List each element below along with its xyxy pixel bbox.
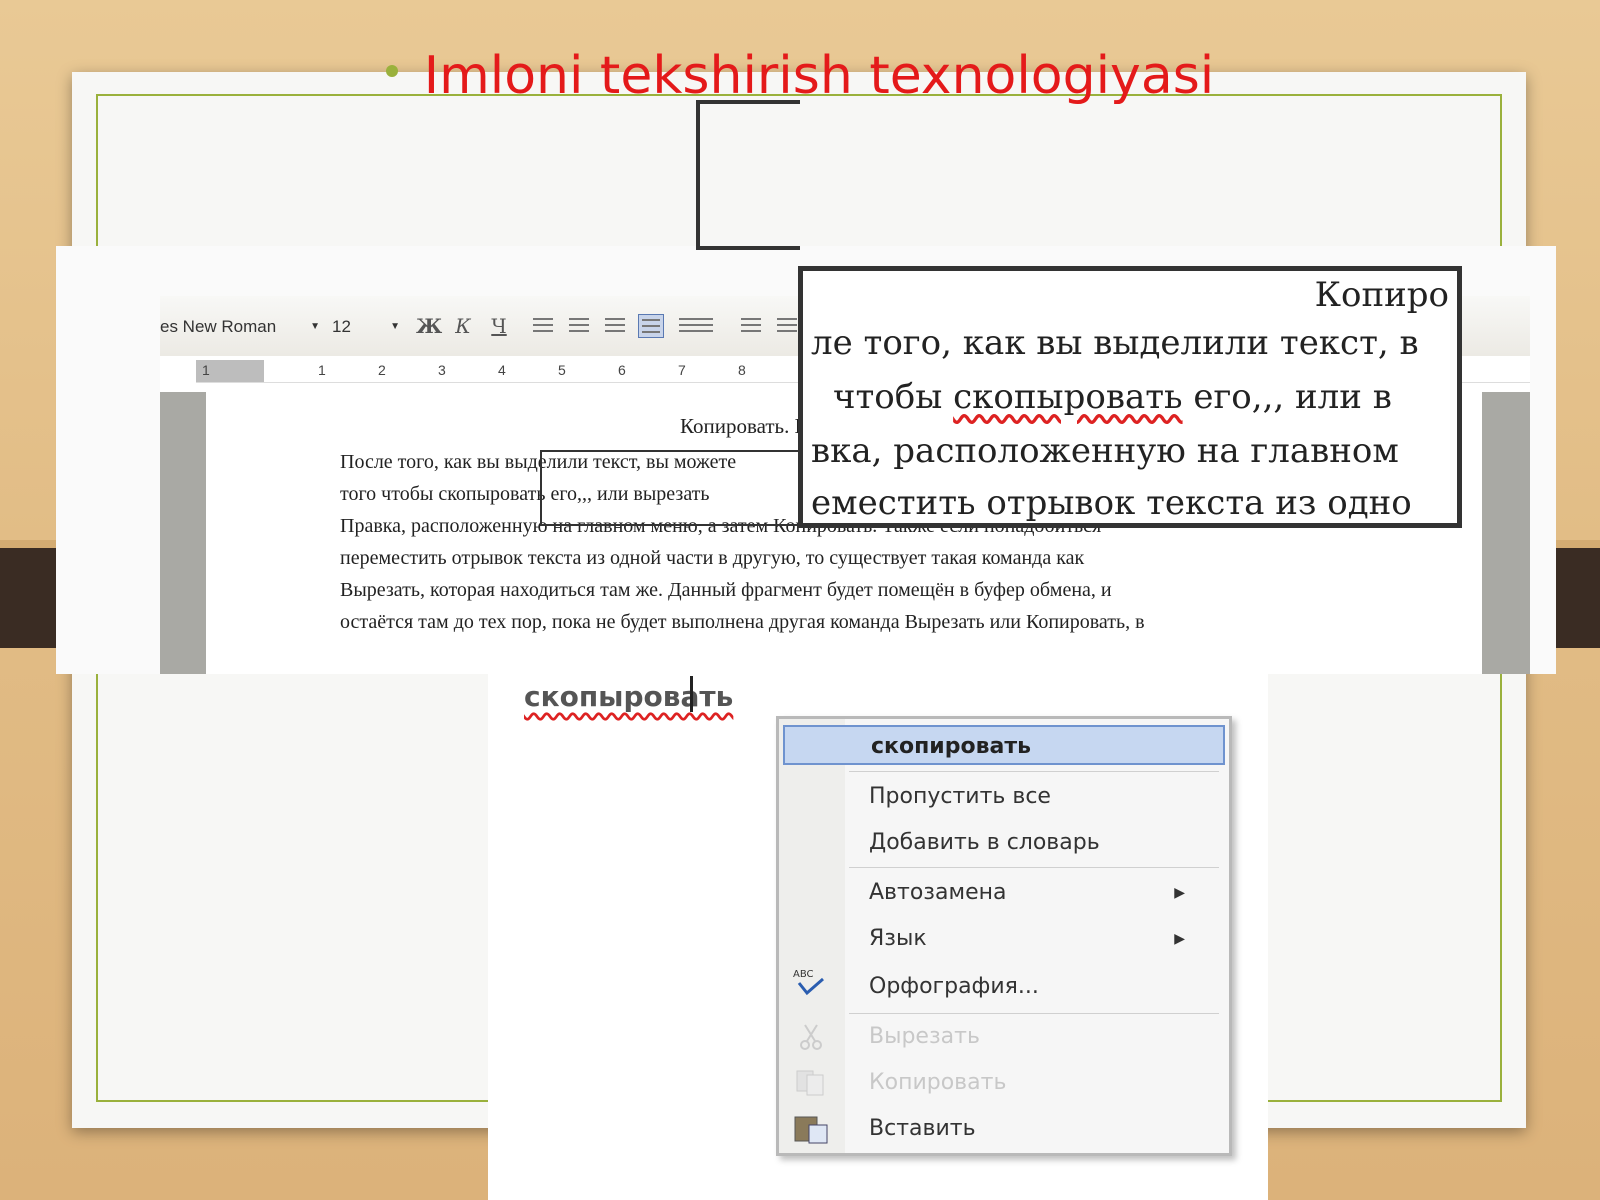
ruler-number: 1 — [318, 362, 326, 378]
chevron-right-icon: ▶ — [1174, 885, 1185, 901]
svg-text:ABC: ABC — [793, 969, 814, 980]
ruler-number: 7 — [678, 362, 686, 378]
chevron-right-icon: ▶ — [1174, 931, 1185, 947]
ruler-number: 1 — [202, 362, 210, 378]
zoom-heading: Копиро — [1314, 275, 1449, 315]
spelling-context-menu: скопировать Пропустить все Добавить в сл… — [776, 716, 1232, 1156]
menu-item-label: Вставить — [869, 1116, 976, 1141]
slide-title: Imloni tekshirish texnologiyasi — [0, 44, 1600, 108]
scissors-icon — [800, 1024, 822, 1050]
underline-button[interactable]: Ч — [486, 312, 512, 340]
ruler-number: 6 — [618, 362, 626, 378]
zoom-line: вка, расположенную на главном — [811, 431, 1399, 471]
menu-item-language[interactable]: Язык ▶ — [869, 919, 1209, 959]
align-center-icon[interactable] — [566, 314, 592, 338]
italic-button[interactable]: К — [450, 312, 476, 340]
menu-item-cut: Вырезать — [869, 1017, 980, 1057]
zoom-text: чтобы — [833, 377, 954, 417]
justify-icon[interactable] — [638, 314, 664, 338]
paste-icon — [794, 1116, 828, 1144]
menu-item-label: Орфография... — [869, 974, 1039, 999]
bullet-icon — [385, 65, 398, 77]
copy-icon — [796, 1070, 824, 1096]
zoom-text: его,,, или в — [1182, 377, 1392, 417]
ruler-number: 8 — [738, 362, 746, 378]
chevron-down-icon: ▼ — [390, 321, 400, 332]
document-line: остаётся там до тех пор, пока не будет в… — [340, 611, 1145, 633]
menu-item-label: Автозамена — [869, 880, 1007, 905]
ruler-number: 4 — [498, 362, 506, 378]
menu-item-label: Добавить в словарь — [869, 830, 1100, 855]
font-name-select[interactable]: es New Roman ▼ — [160, 314, 324, 340]
zoom-line: чтобы скопыровать его,,, или в — [833, 377, 1392, 417]
document-line: переместить отрывок текста из одной част… — [340, 547, 1085, 569]
menu-item-spelling[interactable]: Орфография... — [869, 967, 1039, 1007]
menu-item-label: Вырезать — [869, 1024, 980, 1049]
ruler-number: 2 — [378, 362, 386, 378]
page-gutter-right — [1482, 392, 1530, 674]
context-menu-screenshot: скопыровать скопировать Пропустить все Д… — [488, 662, 1268, 1200]
chevron-down-icon: ▼ — [310, 321, 320, 332]
menu-item-autocorrect[interactable]: Автозамена ▶ — [869, 873, 1209, 913]
zoom-line: ле того, как вы выделили текст, в — [811, 323, 1419, 363]
zoom-line: еместить отрывок текста из одно — [811, 483, 1412, 523]
numbered-list-icon[interactable] — [738, 314, 764, 338]
menu-item-copy: Копировать — [869, 1063, 1006, 1103]
menu-item-suggestion[interactable]: скопировать — [783, 725, 1225, 765]
bold-button[interactable]: Ж — [416, 312, 442, 340]
document-line: Вырезать, которая находиться там же. Дан… — [340, 579, 1112, 601]
spelling-check-icon: ABC — [793, 969, 824, 996]
menu-separator — [849, 771, 1219, 772]
misspelled-word[interactable]: скопыровать — [953, 377, 1182, 417]
font-size-value: 12 — [332, 317, 351, 336]
font-name-value: es New Roman — [160, 317, 277, 336]
line-spacing-icon[interactable] — [676, 314, 716, 338]
slide-title-text: Imloni tekshirish texnologiyasi — [423, 46, 1215, 106]
misspelled-word[interactable]: скопыровать — [524, 680, 733, 713]
page-gutter-left — [160, 392, 206, 674]
zoom-callout: Копиро ле того, как вы выделили текст, в… — [798, 266, 1462, 528]
menu-item-label: Копировать — [869, 1070, 1007, 1095]
menu-item-label: Язык — [869, 926, 927, 951]
menu-item-add-to-dictionary[interactable]: Добавить в словарь — [869, 823, 1100, 863]
text-cursor — [690, 676, 693, 712]
menu-item-paste[interactable]: Вставить — [869, 1109, 976, 1149]
font-size-select[interactable]: 12 ▼ — [332, 314, 404, 340]
ruler-number: 3 — [438, 362, 446, 378]
align-left-icon[interactable] — [530, 314, 556, 338]
menu-separator — [849, 867, 1219, 868]
menu-separator — [849, 1013, 1219, 1014]
menu-item-label: скопировать — [871, 734, 1031, 759]
menu-item-label: Пропустить все — [869, 784, 1051, 809]
selection-highlight-box — [540, 450, 810, 526]
align-right-icon[interactable] — [602, 314, 628, 338]
ruler-number: 5 — [558, 362, 566, 378]
menu-item-ignore-all[interactable]: Пропустить все — [869, 777, 1051, 817]
bulleted-list-icon[interactable] — [774, 314, 800, 338]
zoom-connector — [696, 100, 800, 250]
